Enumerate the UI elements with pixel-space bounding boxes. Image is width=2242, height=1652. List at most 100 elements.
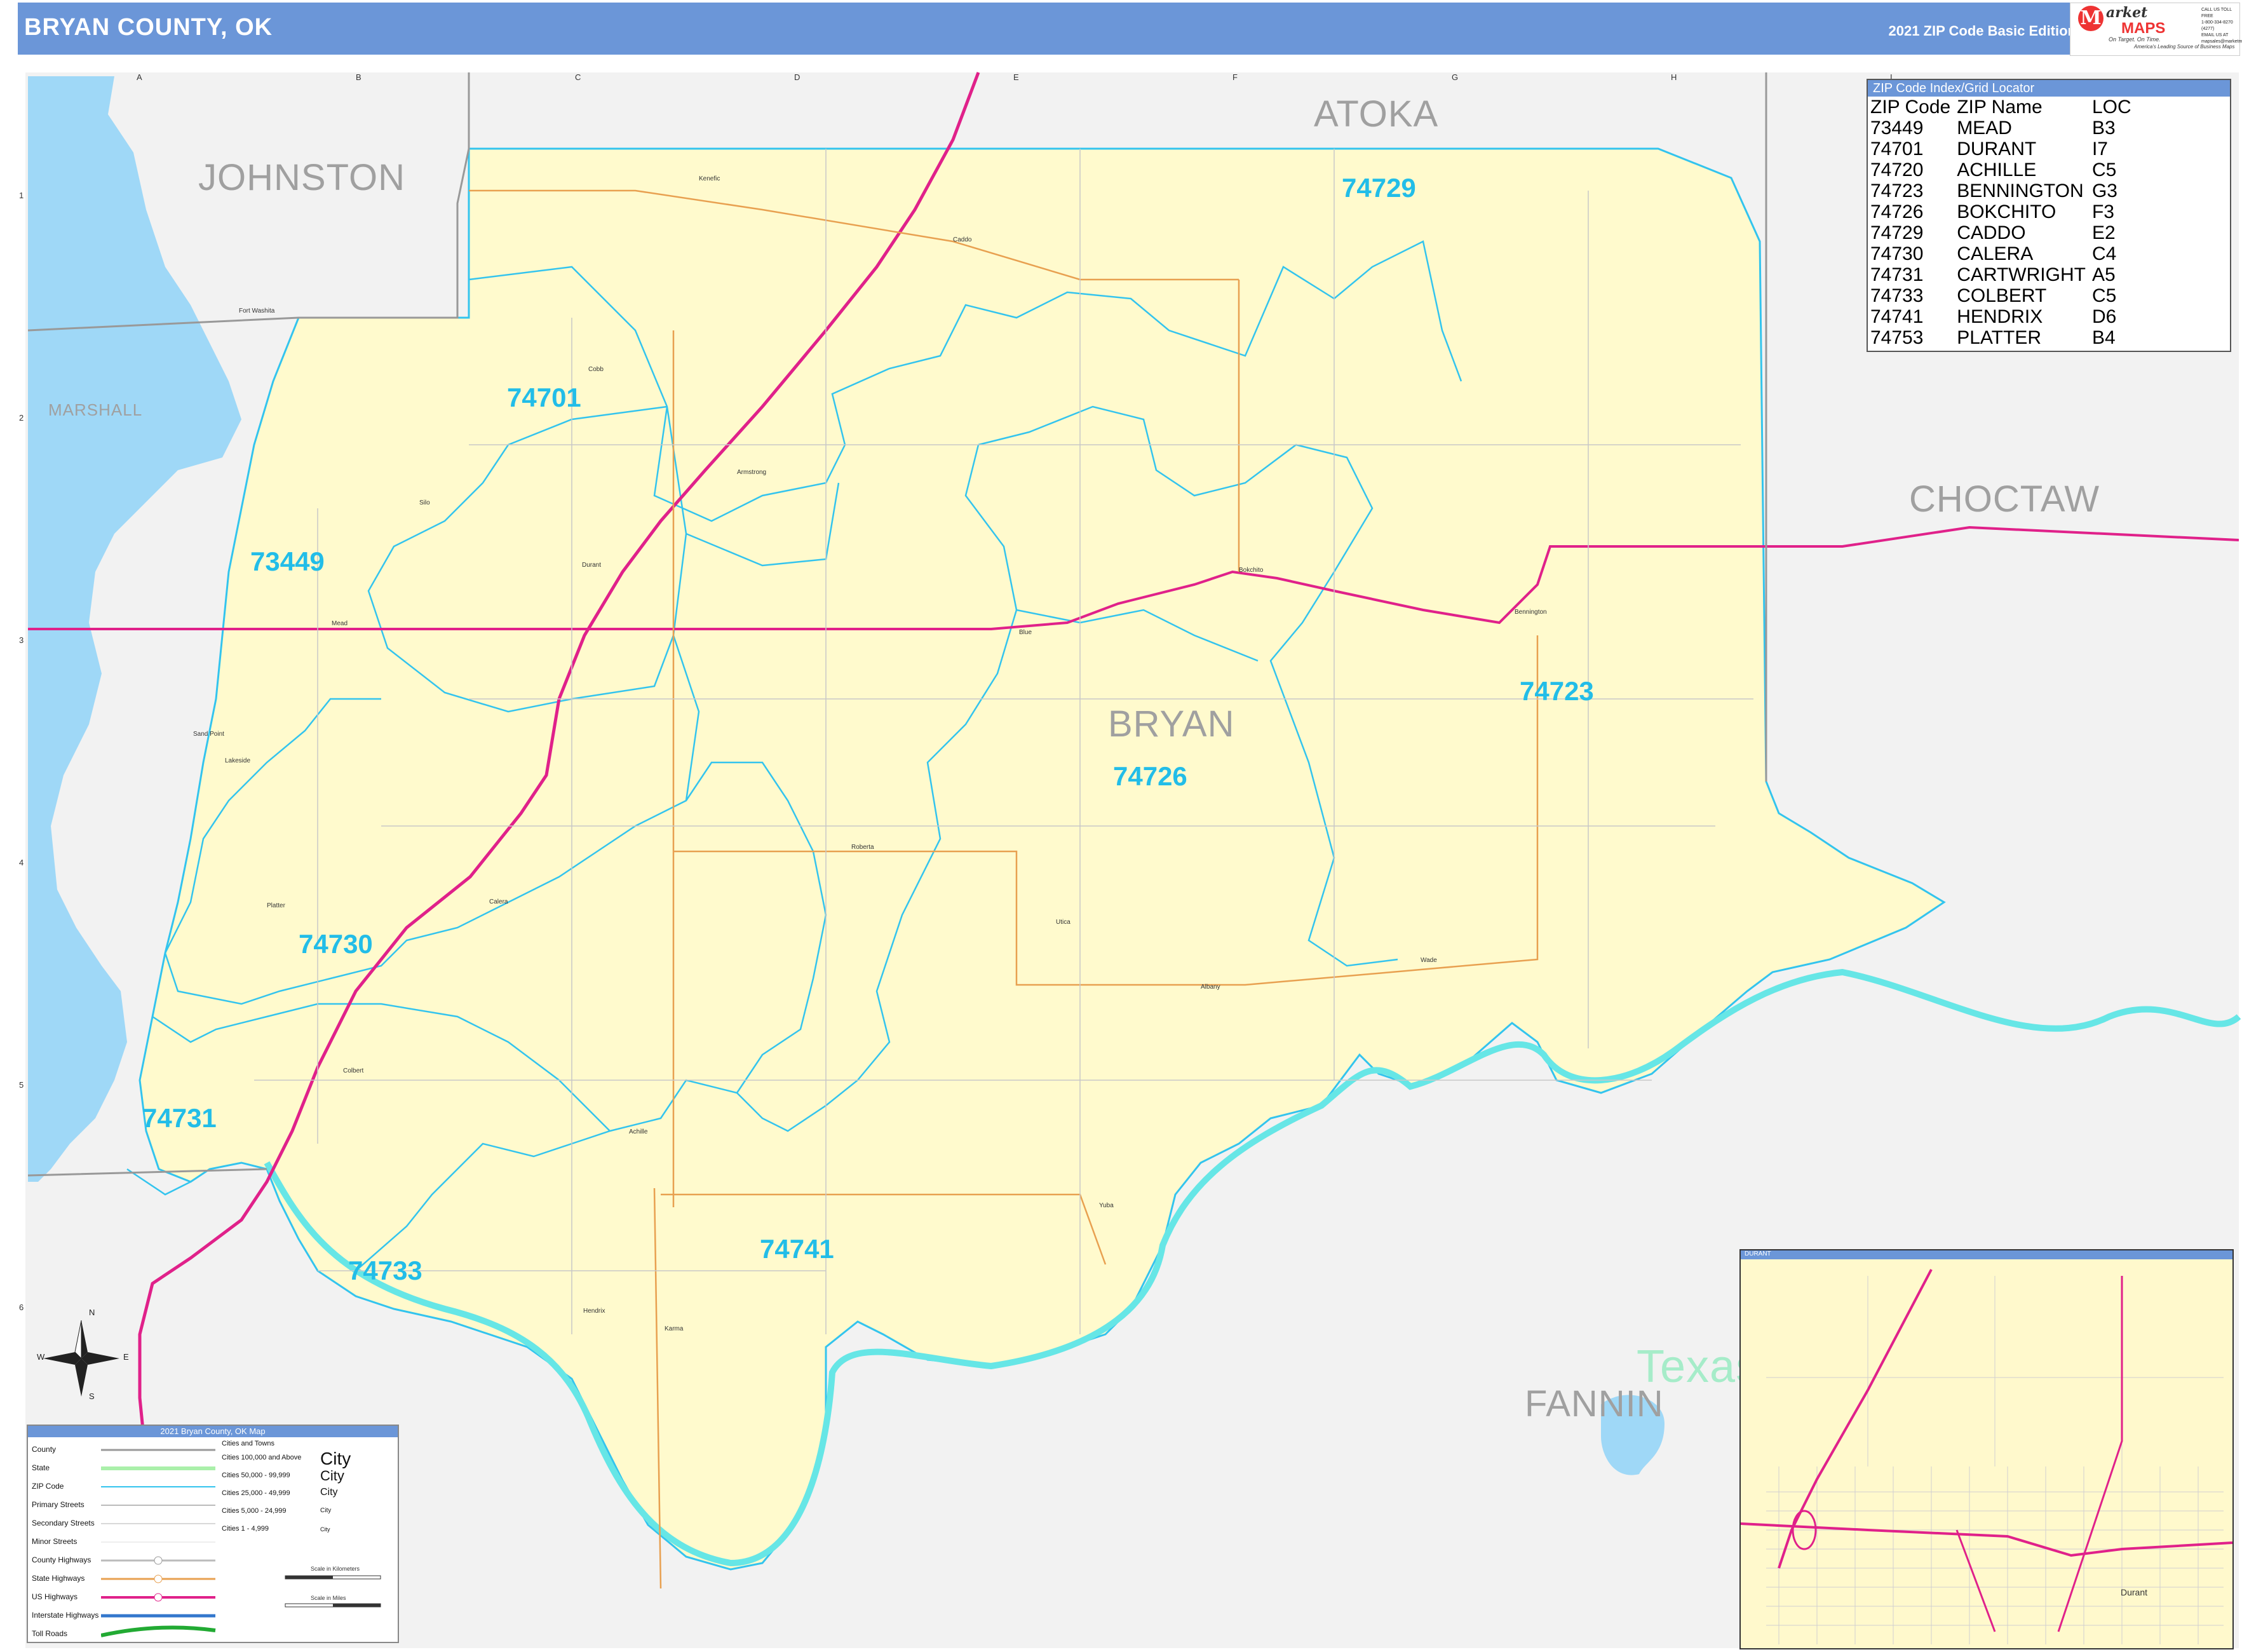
legend-cities-title: Cities and Towns — [222, 1440, 274, 1447]
table-row[interactable]: 74753 PLATTER B4 — [1870, 327, 2138, 348]
legend-primary-streets: Primary Streets — [32, 1500, 84, 1509]
zip-code: 74730 — [1870, 243, 1924, 264]
zip-name: HENDRIX — [1957, 306, 2043, 327]
zip-label: 74733 — [348, 1256, 422, 1285]
grid-col-h: H — [1671, 72, 1677, 82]
legend-us-highways: US Highways — [32, 1592, 78, 1601]
place-label: Caddo — [953, 236, 972, 243]
inset-route — [1955, 1529, 1996, 1632]
place-label: Armstrong — [737, 469, 767, 476]
zip-name: CALERA — [1957, 243, 2034, 264]
place-label: Wade — [1421, 957, 1437, 964]
zip-index-header-row: ZIP Code ZIP Name LOC — [1870, 97, 2138, 118]
table-row[interactable]: 74720 ACHILLE C5 — [1870, 159, 2138, 180]
place-label: Blue — [1019, 629, 1032, 636]
zip-code: 74731 — [1870, 264, 1924, 285]
place-label: Bokchito — [1239, 567, 1264, 574]
zip-name: BOKCHITO — [1957, 201, 2056, 222]
legend-city-sample: City — [320, 1449, 351, 1468]
zip-name: COLBERT — [1957, 285, 2047, 306]
place-label: Sand Point — [193, 731, 224, 738]
legend-scale-km: Scale in Kilometers — [311, 1566, 360, 1572]
zip-loc: F3 — [2091, 201, 2114, 222]
zip-code: 74720 — [1870, 159, 1924, 180]
inset-state-route — [2057, 1276, 2123, 1632]
place-label: Albany — [1201, 984, 1220, 991]
table-row[interactable]: 74730 CALERA C4 — [1870, 243, 2138, 264]
table-row[interactable]: 73449 MEAD B3 — [1870, 118, 2138, 139]
compass-icon — [43, 1320, 119, 1397]
legend-secondary-streets: Secondary Streets — [32, 1519, 95, 1527]
zip-code: 73449 — [1870, 118, 1924, 139]
grid-row-5: 5 — [19, 1080, 24, 1090]
zip-code-index: ZIP Code Index/Grid Locator ZIP Code ZIP… — [1867, 79, 2231, 352]
legend-state-highways: State Highways — [32, 1574, 85, 1583]
inset-place-label: Durant — [2121, 1587, 2148, 1597]
zip-name: DURANT — [1957, 139, 2037, 159]
zip-code: 74723 — [1870, 180, 1924, 201]
table-row[interactable]: 74701 DURANT I7 — [1870, 139, 2138, 159]
grid-col-c: C — [575, 72, 581, 82]
zip-code: 74726 — [1870, 201, 1924, 222]
place-label: Cobb — [588, 366, 604, 373]
zip-loc: D6 — [2091, 306, 2117, 327]
legend-city-sample: City — [320, 1468, 344, 1484]
zip-code: 74753 — [1870, 327, 1924, 348]
grid-row-2: 2 — [19, 413, 24, 423]
inset-canvas — [1741, 1269, 2232, 1644]
table-row[interactable]: 74729 CADDO E2 — [1870, 222, 2138, 243]
zip-label: 73449 — [250, 546, 325, 576]
zip-loc: I7 — [2091, 139, 2108, 159]
table-row[interactable]: 74741 HENDRIX D6 — [1870, 306, 2138, 327]
legend-city-class: Cities 5,000 - 24,999 — [222, 1507, 287, 1515]
county-label-marshall: MARSHALL — [48, 400, 143, 419]
place-label: Platter — [267, 902, 285, 909]
legend-interstate-highways: Interstate Highways — [32, 1611, 99, 1620]
legend-city-sample: City — [320, 1507, 332, 1514]
zip-loc: G3 — [2091, 180, 2117, 201]
grid-row-4: 4 — [19, 858, 24, 867]
zip-index-header: ZIP Name — [1957, 97, 2043, 118]
zip-label: 74701 — [507, 383, 581, 412]
grid-col-f: F — [1232, 72, 1238, 82]
compass-west: W — [37, 1352, 45, 1362]
map-legend: 2021 Bryan County, OK Map County State Z… — [27, 1425, 399, 1643]
place-label: Mead — [332, 620, 348, 627]
grid-row-3: 3 — [19, 635, 24, 645]
legend-city-sample: City — [320, 1487, 338, 1498]
zip-label: 74741 — [760, 1234, 834, 1264]
place-label: Roberta — [851, 844, 874, 851]
zip-index-title: ZIP Code Index/Grid Locator — [1868, 80, 2230, 97]
compass-east: E — [123, 1352, 129, 1362]
table-row[interactable]: 74726 BOKCHITO F3 — [1870, 201, 2138, 222]
zip-index-header: LOC — [2091, 97, 2131, 118]
legend-scale-bars — [285, 1575, 381, 1608]
grid-col-b: B — [356, 72, 361, 82]
zip-name: BENNINGTON — [1957, 180, 2084, 201]
place-label: Durant — [582, 562, 602, 569]
zip-name: ACHILLE — [1957, 159, 2037, 180]
zip-label: 74729 — [1342, 173, 1416, 203]
compass-north: N — [89, 1308, 95, 1317]
zip-index-header: ZIP Code — [1870, 97, 1951, 118]
zip-index-table: ZIP Code ZIP Name LOC 73449 MEAD B3 74701 D… — [1870, 97, 2138, 348]
zip-code: 74733 — [1870, 285, 1924, 306]
place-label: Yuba — [1099, 1202, 1114, 1209]
zip-label: 74726 — [1113, 761, 1187, 791]
table-row[interactable]: 74731 CARTWRIGHT A5 — [1870, 264, 2138, 285]
grid-row-1: 1 — [19, 191, 24, 200]
legend-swatches — [101, 1449, 216, 1637]
zip-name: PLATTER — [1957, 327, 2041, 348]
county-label-atoka: ATOKA — [1314, 93, 1439, 135]
inset-street-grid — [1766, 1276, 2224, 1644]
table-row[interactable]: 74733 COLBERT C5 — [1870, 285, 2138, 306]
place-label: Utica — [1056, 919, 1070, 926]
zip-code: 74701 — [1870, 139, 1924, 159]
table-row[interactable]: 74723 BENNINGTON G3 — [1870, 180, 2138, 201]
zip-name: CARTWRIGHT — [1957, 264, 2086, 285]
durant-inset-map[interactable]: DURANT Durant — [1739, 1249, 2234, 1649]
zip-code: 74729 — [1870, 222, 1924, 243]
grid-col-a: A — [137, 72, 142, 82]
place-label: Silo — [419, 499, 430, 506]
grid-col-d: D — [794, 72, 800, 82]
